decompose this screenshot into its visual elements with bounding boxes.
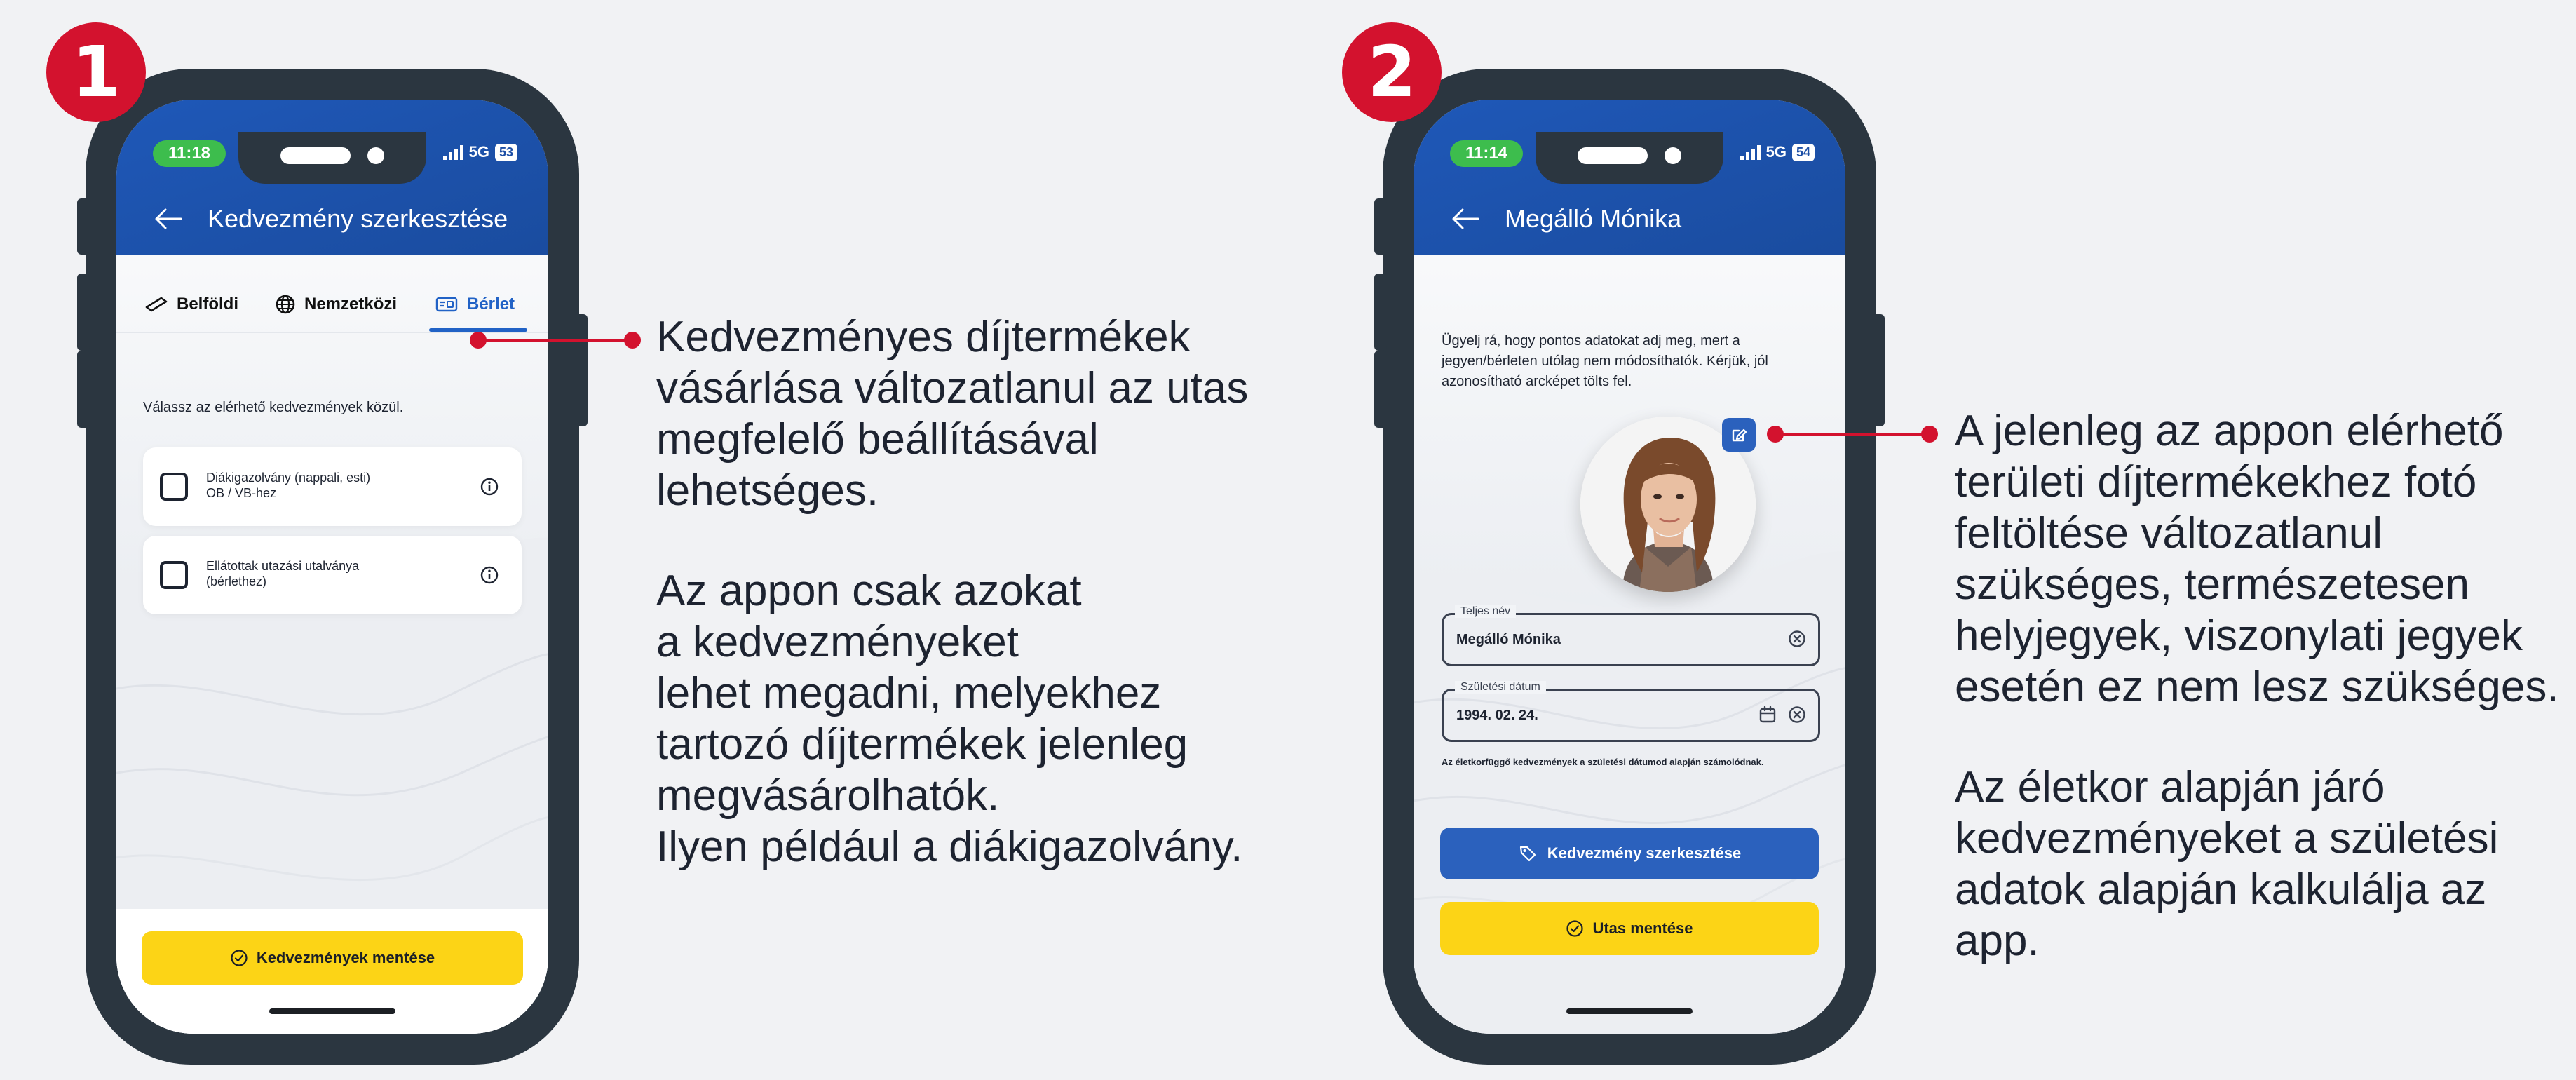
tab-belfoldi[interactable]: Belföldi [144, 283, 238, 325]
check-circle-icon [231, 950, 248, 966]
phone-1-screen: 11:18 5G 53 Kedvezmény szerkesztése Belf… [116, 100, 548, 1034]
calendar-icon[interactable] [1758, 705, 1777, 724]
app-header: 11:18 5G 53 Kedvezmény szerkesztése [116, 100, 548, 255]
tab-berlet[interactable]: Bérlet [435, 283, 515, 325]
checkbox[interactable] [160, 473, 188, 501]
option-label: Diákigazolvány (nappali, esti) [206, 471, 371, 485]
edit-photo-button[interactable] [1722, 418, 1756, 452]
back-arrow-icon[interactable] [153, 203, 184, 234]
step-badge-1: 1 [46, 22, 146, 122]
phone-2: 11:14 5G 54 Megálló Mónika Ügyelj rá, ho… [1374, 69, 1885, 1065]
option-sublabel: OB / VB-hez [206, 486, 277, 500]
tag-icon [1519, 846, 1536, 862]
status-bar: 11:18 5G 53 [116, 132, 548, 184]
globe-icon [276, 295, 295, 314]
callout-2-text: A jelenleg az appon elérhető területi dí… [1955, 407, 2559, 965]
status-time: 11:14 [1450, 140, 1523, 167]
pass-card-icon [435, 297, 458, 312]
callout-2-end-dot [1921, 426, 1938, 443]
callout-1-end-dot [624, 332, 641, 349]
profile-photo[interactable] [1580, 417, 1756, 592]
edit-discount-button[interactable]: Kedvezmény szerkesztése [1440, 828, 1819, 879]
clear-icon[interactable] [1787, 705, 1807, 724]
callout-1-line [478, 339, 632, 342]
info-icon[interactable] [480, 477, 499, 497]
app-header: 11:14 5G 54 Megálló Mónika [1414, 100, 1845, 255]
clear-icon[interactable] [1787, 629, 1807, 649]
camera-notch [1536, 132, 1723, 184]
camera-notch [238, 132, 426, 184]
phone-2-screen: 11:14 5G 54 Megálló Mónika Ügyelj rá, ho… [1414, 100, 1845, 1034]
field-label: Születési dátum [1455, 681, 1546, 694]
network-status: 5G 53 [442, 143, 517, 161]
save-passenger-button[interactable]: Utas mentése [1440, 902, 1819, 955]
tab-nemzetkozi[interactable]: Nemzetközi [275, 283, 397, 325]
tab-divider [116, 332, 548, 333]
field-value: 1994. 02. 24. [1456, 708, 1538, 723]
phone-1: 11:18 5G 53 Kedvezmény szerkesztése Belf… [77, 69, 588, 1065]
network-type: 5G [468, 143, 489, 161]
battery-icon: 54 [1791, 143, 1815, 161]
network-status: 5G 54 [1740, 143, 1815, 161]
page-title: Kedvezmény szerkesztése [208, 204, 508, 233]
info-icon[interactable] [480, 565, 499, 585]
home-indicator [269, 1008, 395, 1014]
ticket-icon [145, 297, 168, 312]
checkbox[interactable] [160, 561, 188, 589]
field-value: Megálló Mónika [1456, 632, 1561, 647]
battery-icon: 53 [494, 143, 517, 161]
tab-bar: Belföldi Nemzetközi Bérlet [116, 255, 548, 346]
callout-2-line [1775, 433, 1930, 436]
age-helper-text: Az életkorfüggő kedvezmények a születési… [1442, 757, 1764, 767]
network-type: 5G [1765, 143, 1787, 161]
edit-icon [1732, 428, 1747, 442]
data-accuracy-notice: Ügyelj rá, hogy pontos adatokat adj meg,… [1442, 333, 1768, 389]
callout-1-text: Kedvezményes díjtermékek vásárlása válto… [656, 313, 1249, 871]
back-arrow-icon[interactable] [1450, 203, 1481, 234]
discount-option-travel-voucher[interactable]: Ellátottak utazási utalványa (bérlethez) [143, 536, 522, 614]
option-label: Ellátottak utazási utalványa [206, 559, 360, 573]
option-sublabel: (bérlethez) [206, 574, 267, 588]
discount-option-student-id[interactable]: Diákigazolvány (nappali, esti) OB / VB-h… [143, 447, 522, 526]
discount-prompt: Válassz az elérhető kedvezmények közül. [143, 400, 404, 415]
signal-icon [442, 144, 463, 160]
signal-icon [1740, 144, 1761, 160]
birth-date-field[interactable]: Születési dátum 1994. 02. 24. [1442, 681, 1820, 742]
field-label: Teljes név [1455, 605, 1517, 618]
save-discounts-button[interactable]: Kedvezmények mentése [142, 931, 523, 985]
status-bar: 11:14 5G 54 [1414, 132, 1845, 184]
status-time: 11:18 [153, 140, 226, 167]
home-indicator [1566, 1008, 1693, 1014]
check-circle-icon [1566, 920, 1584, 937]
page-title: Megálló Mónika [1505, 204, 1682, 233]
full-name-field[interactable]: Teljes név Megálló Mónika [1442, 605, 1820, 666]
step-badge-2: 2 [1342, 22, 1442, 122]
